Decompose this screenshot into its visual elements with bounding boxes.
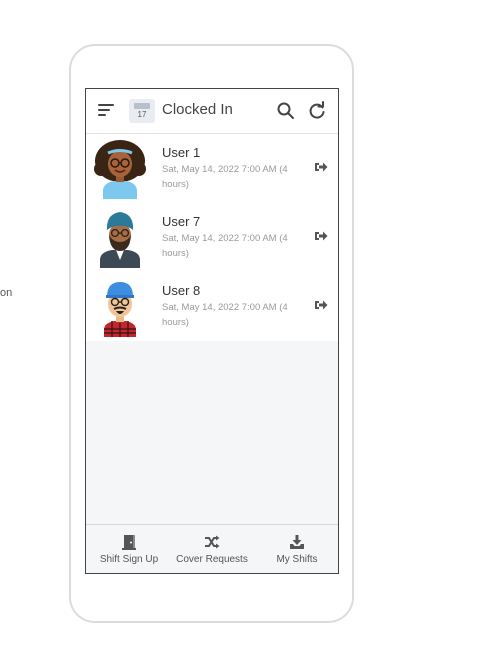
refresh-button[interactable]	[307, 101, 327, 121]
shuffle-icon	[205, 535, 220, 549]
user-name: User 7	[162, 214, 201, 229]
clock-out-button[interactable]	[314, 229, 328, 241]
clock-out-button[interactable]	[314, 160, 328, 172]
page-title: Clocked In	[162, 101, 233, 118]
list-item[interactable]: User 1 Sat, May 14, 2022 7:00 AM (4 hour…	[86, 134, 338, 203]
tab-label: Shift Sign Up	[99, 554, 159, 565]
refresh-icon	[309, 101, 325, 119]
sign-out-icon	[315, 300, 328, 310]
avatar	[94, 139, 146, 199]
avatar	[94, 277, 146, 337]
calendar-icon: 17	[129, 99, 155, 123]
list-item[interactable]: User 7 Sat, May 14, 2022 7:00 AM (4 hour…	[86, 203, 338, 272]
bottom-nav: Shift Sign Up Cover Requests My Shifts	[86, 524, 338, 573]
app-screen: 17 Clocked In User 1 Sat, May 14, 2022 7…	[85, 88, 339, 574]
clock-in-time: Sat, May 14, 2022 7:00 AM (4 hours)	[162, 164, 288, 190]
user-name: User 8	[162, 283, 201, 298]
background-text-fragment: on	[0, 287, 13, 299]
user-list: User 1 Sat, May 14, 2022 7:00 AM (4 hour…	[86, 134, 338, 341]
list-item[interactable]: User 8 Sat, May 14, 2022 7:00 AM (4 hour…	[86, 272, 338, 341]
avatar	[94, 208, 146, 268]
search-button[interactable]	[276, 101, 296, 121]
download-tray-icon	[290, 535, 304, 549]
sign-out-icon	[315, 162, 328, 172]
menu-button[interactable]	[98, 103, 116, 119]
tab-shift-sign-up[interactable]: Shift Sign Up	[92, 525, 166, 573]
clock-out-button[interactable]	[314, 298, 328, 310]
tab-my-shifts[interactable]: My Shifts	[262, 525, 332, 573]
search-icon	[277, 102, 294, 119]
door-icon	[122, 535, 136, 550]
app-header: 17 Clocked In	[86, 89, 338, 134]
user-name: User 1	[162, 145, 201, 160]
clock-in-time: Sat, May 14, 2022 7:00 AM (4 hours)	[162, 302, 288, 328]
tab-label: Cover Requests	[176, 554, 248, 565]
calendar-day: 17	[137, 110, 147, 119]
clock-in-time: Sat, May 14, 2022 7:00 AM (4 hours)	[162, 233, 288, 259]
sign-out-icon	[315, 231, 328, 241]
tab-label: My Shifts	[276, 554, 318, 565]
tab-cover-requests[interactable]: Cover Requests	[172, 525, 252, 573]
